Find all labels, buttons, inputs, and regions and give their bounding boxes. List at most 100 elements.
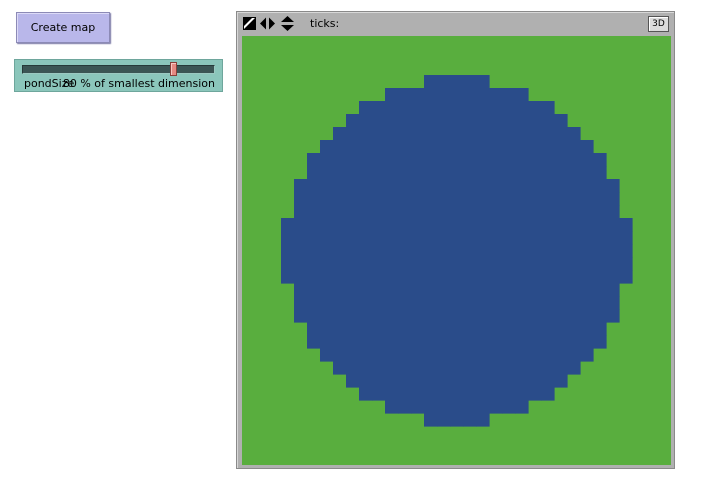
pond-patch [541,309,555,323]
pond-patch [385,192,399,206]
pond-patch [528,309,542,323]
pond-patch [424,257,438,271]
pond-patch [320,153,334,167]
pond-patch [580,179,594,193]
pond-patch [489,309,503,323]
pond-patch [294,257,308,271]
wrap-vertical-icon[interactable] [280,16,295,31]
pond-patch [294,179,308,193]
pond-patch [437,309,451,323]
pond-patch [372,283,386,297]
slider-thumb[interactable] [170,62,178,76]
pond-patch [450,296,464,310]
pond-patch [554,296,568,310]
pond-patch [320,192,334,206]
3d-view-button[interactable]: 3D [648,16,669,32]
pond-patch [476,153,490,167]
pond-patch [424,179,438,193]
pond-patch [554,270,568,284]
pond-patch [502,270,516,284]
pond-patch [476,244,490,258]
pond-patch [606,205,620,219]
wrap-horizontal-icon[interactable] [260,17,275,30]
pond-patch [437,205,451,219]
pond-patch [320,205,334,219]
pond-patch [424,348,438,362]
pond-patch [489,153,503,167]
pond-patch [593,322,607,336]
pond-patch [554,322,568,336]
pond-patch [463,75,477,89]
pond-patch [528,322,542,336]
pond-patch [515,192,529,206]
world-canvas[interactable] [242,36,671,465]
pond-patch [359,166,373,180]
pond-patch [567,348,581,362]
pond-patch [567,192,581,206]
pond-patch [502,361,516,375]
pond-patch [528,348,542,362]
pond-patch [554,153,568,167]
pond-patch [359,322,373,336]
slider-track[interactable] [22,65,215,74]
pond-patch [567,309,581,323]
pond-patch [411,270,425,284]
world-view: ticks: 3D [236,11,675,469]
pond-patch [320,335,334,349]
pond-patch [580,309,594,323]
pond-patch [346,166,360,180]
pond-patch [593,335,607,349]
pond-patch [372,296,386,310]
pond-patch [346,153,360,167]
pond-patch [463,348,477,362]
pond-patch [463,127,477,141]
pond-patch [294,205,308,219]
pond-patch [424,244,438,258]
pond-patch [411,348,425,362]
pond-patch [333,283,347,297]
pond-patch [346,296,360,310]
pond-patch [450,335,464,349]
pond-patch [554,257,568,271]
pond-patch [593,179,607,193]
pond-patch [593,192,607,206]
pond-size-slider[interactable]: pondSize 80 % of smallest dimension [14,59,223,92]
pond-patch [372,257,386,271]
pond-patch [489,88,503,102]
pond-patch [437,127,451,141]
pond-patch [476,140,490,154]
pond-patch [307,218,321,232]
pond-patch [320,166,334,180]
pond-patch [346,244,360,258]
pond-patch [424,231,438,245]
pond-patch [385,400,399,414]
pond-patch [437,296,451,310]
pond-patch [333,205,347,219]
pond-patch [411,114,425,128]
pond-patch [580,270,594,284]
pond-patch [541,127,555,141]
pond-patch [307,296,321,310]
pond-patch [554,192,568,206]
pond-patch [294,192,308,206]
pond-patch [554,348,568,362]
pond-patch [424,205,438,219]
pond-patch [346,205,360,219]
pond-patch [385,205,399,219]
pond-patch [463,270,477,284]
pond-patch [541,348,555,362]
pond-patch [567,322,581,336]
pond-patch [372,114,386,128]
pond-patch [476,309,490,323]
pond-patch [333,257,347,271]
pond-patch [502,153,516,167]
pond-patch [450,257,464,271]
pond-patch [541,322,555,336]
pond-patch [450,309,464,323]
wrap-both-icon[interactable] [243,17,256,30]
pond-patch [502,348,516,362]
pond-patch [593,283,607,297]
pond-patch [567,296,581,310]
create-map-button[interactable]: Create map [16,12,110,43]
pond-patch [437,153,451,167]
